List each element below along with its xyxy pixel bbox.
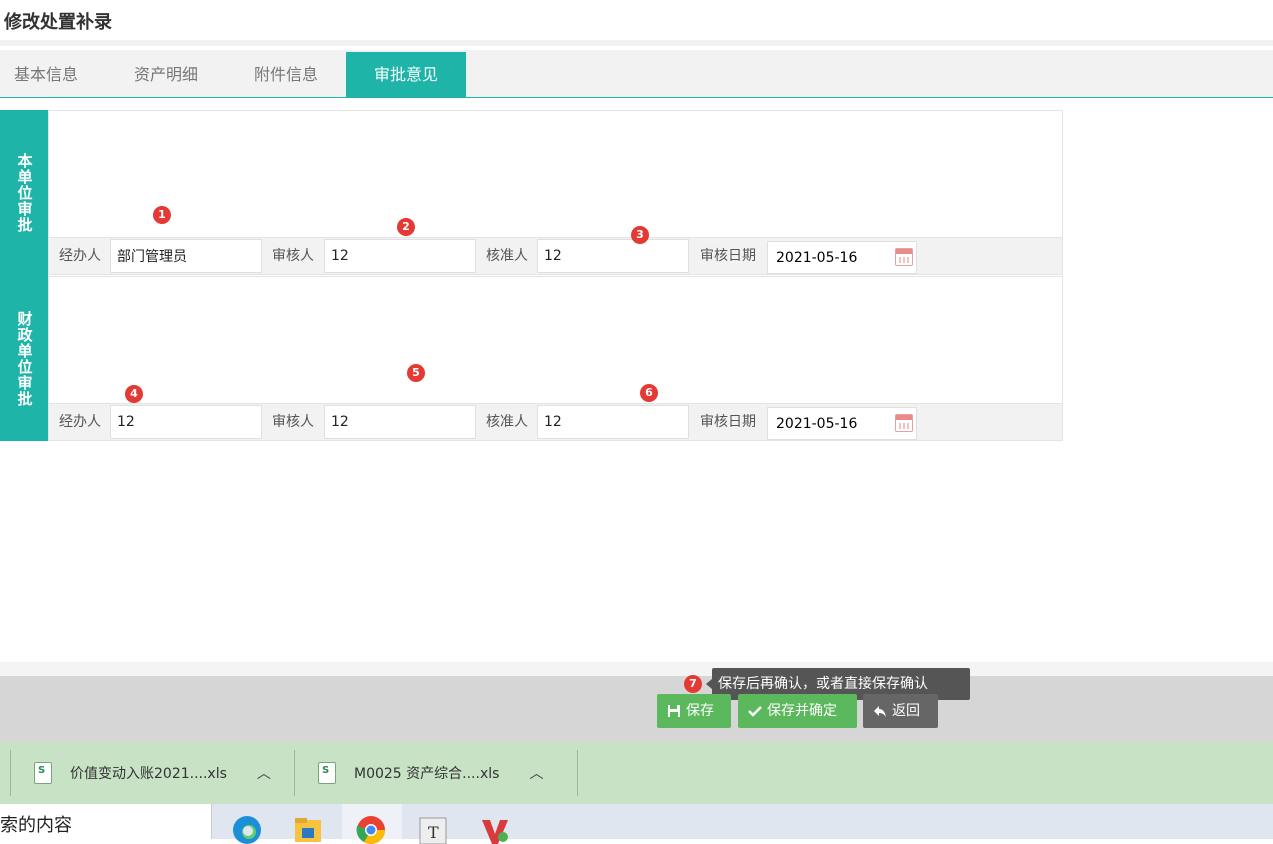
action-bar	[0, 676, 1273, 742]
tab-asset-detail[interactable]: 资产明细	[118, 52, 214, 98]
download-separator	[10, 750, 11, 796]
section-label-finance-approval: 财政单位审批	[0, 276, 48, 441]
calendar-icon[interactable]	[895, 248, 913, 266]
title-divider	[0, 40, 1273, 46]
annotation-badge-2: 2	[397, 218, 415, 236]
taskbar-search-box[interactable]: 索的内容	[0, 804, 212, 839]
handler-label: 经办人	[59, 414, 101, 430]
download-item-2-name: M0025 资产综合....xls	[354, 766, 500, 782]
annotation-badge-3: 3	[631, 226, 649, 244]
reviewer-label: 审核人	[272, 414, 314, 430]
calendar-icon[interactable]	[895, 414, 913, 432]
back-button[interactable]: 返回	[863, 694, 938, 728]
annotation-badge-5: 5	[407, 364, 425, 382]
unit-approver-input[interactable]	[537, 239, 689, 273]
chevron-up-icon[interactable]: ︿	[257, 763, 271, 783]
download-item-2[interactable]: M0025 资产综合....xls ︿	[318, 742, 543, 804]
content-footer-divider	[0, 662, 1273, 676]
spreadsheet-file-icon	[34, 762, 52, 784]
finance-reviewer-input[interactable]	[324, 405, 476, 439]
handler-label: 经办人	[59, 248, 101, 264]
finance-review-date-input[interactable]	[768, 408, 886, 439]
svg-text:T: T	[428, 823, 439, 842]
finance-opinion-textarea[interactable]	[48, 276, 1063, 404]
unit-opinion-textarea[interactable]	[48, 110, 1063, 238]
reply-arrow-icon	[874, 706, 886, 717]
download-separator	[577, 750, 578, 796]
reviewer-label: 审核人	[272, 248, 314, 264]
tab-approval-opinion[interactable]: 审批意见	[346, 52, 466, 98]
unit-review-date-input[interactable]	[768, 242, 886, 273]
save-button[interactable]: 保存	[657, 694, 731, 728]
checkmark-icon	[748, 706, 762, 717]
annotation-badge-1: 1	[153, 206, 171, 224]
unit-review-date-field[interactable]	[767, 241, 917, 274]
finance-handler-input[interactable]	[110, 405, 262, 439]
download-shelf: 价值变动入账2021....xls ︿ M0025 资产综合....xls ︿	[0, 742, 1273, 804]
spreadsheet-file-icon	[318, 762, 336, 784]
annotation-badge-7: 7	[684, 675, 702, 693]
page-title: 修改处置补录	[4, 12, 112, 33]
annotation-badge-4: 4	[125, 385, 143, 403]
finance-review-date-field[interactable]	[767, 407, 917, 440]
finance-approval-row: 经办人 审核人 核准人 审核日期	[48, 403, 1063, 441]
windows-taskbar: 索的内容 T	[0, 804, 1273, 844]
download-separator	[294, 750, 295, 796]
annotation-badge-6: 6	[640, 384, 658, 402]
review-date-label: 审核日期	[700, 414, 756, 430]
approver-label: 核准人	[486, 248, 528, 264]
back-button-label: 返回	[892, 703, 920, 719]
save-and-confirm-button[interactable]: 保存并确定	[738, 694, 857, 728]
tab-basic-info[interactable]: 基本信息	[0, 52, 92, 98]
save-and-confirm-label: 保存并确定	[767, 703, 837, 719]
download-item-1[interactable]: 价值变动入账2021....xls ︿	[34, 742, 271, 804]
tab-bar: 基本信息 资产明细 附件信息 审批意见	[0, 50, 1273, 98]
download-item-1-name: 价值变动入账2021....xls	[70, 766, 227, 782]
tab-attachments[interactable]: 附件信息	[238, 52, 334, 98]
unit-handler-input[interactable]	[110, 239, 262, 273]
floppy-disk-icon	[668, 705, 680, 717]
unit-approval-row: 经办人 审核人 核准人 审核日期	[48, 237, 1063, 275]
approver-label: 核准人	[486, 414, 528, 430]
chevron-up-icon[interactable]: ︿	[529, 763, 543, 783]
review-date-label: 审核日期	[700, 248, 756, 264]
section-label-unit-approval: 本单位审批	[0, 110, 48, 276]
finance-approver-input[interactable]	[537, 405, 689, 439]
unit-reviewer-input[interactable]	[324, 239, 476, 273]
save-button-label: 保存	[686, 703, 714, 719]
